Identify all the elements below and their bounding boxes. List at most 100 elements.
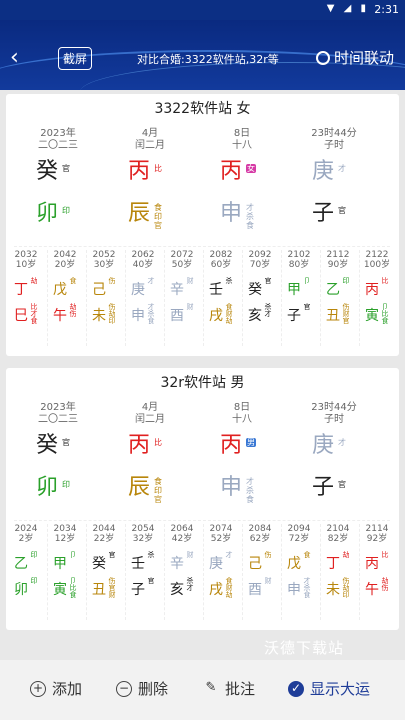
dayun-branch: 申	[287, 582, 301, 598]
screenshot-button[interactable]: 截屏	[58, 47, 93, 70]
dayun-tag: 食	[303, 591, 311, 599]
dayun-column[interactable]: 2102 80岁甲卩子官	[281, 250, 317, 324]
branch-tag: 食	[246, 495, 254, 504]
branch-tag: 才	[246, 477, 254, 486]
pillar: 2023年 二〇二三	[18, 128, 98, 151]
dayun-age: 30岁	[93, 260, 115, 270]
dayun-branch: 卯	[14, 582, 28, 598]
delete-button[interactable]: − 删除	[116, 678, 168, 699]
dayun-stem-cell: 戊食	[281, 550, 317, 573]
dayun-year: 2114	[365, 524, 389, 534]
dayun-column[interactable]: 2082 60岁壬杀戌食财劫	[203, 250, 239, 325]
dayun-stem-cell: 乙印	[8, 550, 44, 573]
dayun-stem: 己	[92, 282, 106, 298]
show-dayun-toggle[interactable]: ✓ 显示大运	[288, 678, 370, 699]
earthly-branch: 辰	[128, 475, 151, 500]
column-separator	[203, 524, 204, 620]
dayun-column[interactable]: 2062 40岁庚才申才杀食	[125, 250, 161, 325]
dayun-age: 90岁	[327, 260, 349, 270]
dayun-branch: 丑	[326, 308, 340, 324]
dayun-stem-cell: 丙比	[359, 276, 395, 299]
branch-tag: 印	[62, 480, 70, 489]
branch-tag: 印	[62, 206, 70, 215]
dayun-column[interactable]: 2084 62岁己伤酉财	[242, 524, 278, 598]
dayun-age: 50岁	[171, 260, 193, 270]
edit-icon: ✎	[205, 679, 217, 695]
dayun-stem-tags: 食	[69, 278, 77, 285]
dayun-column[interactable]: 2074 52岁庚才戌食财劫	[203, 524, 239, 599]
dayun-age: 70岁	[249, 260, 271, 270]
dayun-column[interactable]: 2054 32岁壬杀子官	[125, 524, 161, 598]
dayun-age: 32岁	[132, 534, 154, 544]
pillar: 4月 闰二月	[110, 402, 190, 425]
earthly-branch: 申	[220, 475, 243, 500]
bottom-toolbar: + 添加 − 删除 ✎ 批注 ✓ 显示大运	[0, 660, 405, 720]
add-button[interactable]: + 添加	[30, 678, 82, 699]
annotate-button[interactable]: ✎ 批注	[203, 678, 255, 699]
dayun-age: 20岁	[54, 260, 76, 270]
dayun-column[interactable]: 2032 10岁丁劫巳比才食	[8, 250, 44, 325]
dayun-stem-cell: 辛财	[164, 550, 200, 573]
dayun-year: 2074	[209, 524, 233, 534]
column-separator	[242, 524, 243, 620]
dayun-column[interactable]: 2094 72岁戊食申才杀食	[281, 524, 317, 599]
stem-tag-text: 官	[62, 164, 70, 173]
dayun-branch-tags: 卩比食	[69, 578, 77, 599]
dayun-stem-tags: 印	[342, 278, 350, 285]
dayun-stem-cell: 壬杀	[203, 276, 239, 299]
dayun-tag: 食	[147, 317, 155, 325]
branch-tags: 食印官	[154, 477, 164, 504]
earthly-branch: 申	[220, 201, 243, 226]
chart-card-female: 3322软件站 女 2023年 二〇二三癸官卯印 4月 闰二月丙比辰食印官 8日 十八丙女申…	[6, 94, 399, 356]
dayun-branch: 未	[92, 308, 106, 324]
earthly-branch: 卯	[36, 475, 59, 500]
dayun-column[interactable]: 2052 30岁己伤未伤劫印	[86, 250, 122, 325]
dayun-column[interactable]: 2112 90岁乙印丑伤财官	[320, 250, 356, 325]
dayun-stem: 己	[248, 556, 262, 572]
dayun-year: 2082	[209, 250, 233, 260]
dayun-column[interactable]: 2042 20岁戊食午劫伤	[47, 250, 83, 324]
dayun-tag: 杀	[225, 277, 233, 285]
dayun-column[interactable]: 2092 70岁癸官亥杀才	[242, 250, 278, 324]
pillar-date: 23时44分	[311, 402, 357, 413]
column-separator	[281, 524, 282, 620]
time-link-toggle[interactable]: 时间联动	[316, 47, 394, 68]
add-label: 添加	[52, 680, 83, 698]
back-arrow-icon[interactable]: ‹	[10, 47, 19, 69]
branch-tag: 杀	[246, 212, 254, 221]
pillar-date: 8日	[233, 128, 251, 139]
dayun-column[interactable]: 2044 22岁癸官丑伤官财	[86, 524, 122, 599]
dayun-year: 2112	[326, 250, 350, 260]
dayun-year: 2032	[14, 250, 38, 260]
dayun-column[interactable]: 2064 42岁辛财亥杀才	[164, 524, 200, 598]
dayun-stem-tags: 财	[186, 278, 194, 285]
column-separator	[164, 524, 165, 620]
dayun-column[interactable]: 2104 82岁丁劫未伤劫印	[320, 524, 356, 599]
dayun-column[interactable]: 2024 2岁乙印卯印	[8, 524, 44, 598]
dayun-column[interactable]: 2122 100岁丙比寅卩比食	[359, 250, 395, 325]
dayun-column[interactable]: 2114 92岁丙比午劫伤	[359, 524, 395, 598]
toggle-circle-icon	[316, 50, 330, 65]
dayun-stem-cell: 戊食	[47, 276, 83, 299]
show-dayun-label: 显示大运	[310, 680, 371, 698]
dayun-branch-cell: 子官	[281, 302, 317, 325]
dayun-year: 2104	[326, 524, 350, 534]
dayun-age: 60岁	[210, 260, 232, 270]
dayun-year: 2044	[92, 524, 116, 534]
dayun-branch-cell: 子官	[125, 576, 161, 599]
dayun-tag: 比	[381, 277, 389, 285]
dayun-stem-tags: 劫	[342, 552, 350, 559]
dayun-column[interactable]: 2072 50岁辛财酉财	[164, 250, 200, 324]
dayun-column[interactable]: 2034 12岁甲卩寅卩比食	[47, 524, 83, 599]
dayun-branch: 申	[131, 308, 145, 324]
dayun-tag: 财	[186, 551, 194, 559]
dayun-stem-tags: 卩	[69, 552, 77, 559]
dayun-branch-cell: 丑伤官财	[86, 576, 122, 599]
dayun-tag: 印	[342, 277, 350, 285]
dayun-stem-tags: 比	[381, 552, 389, 559]
annotate-label: 批注	[225, 680, 256, 698]
heavenly-stem: 庚	[312, 433, 335, 458]
dayun-stem-cell: 辛财	[164, 276, 200, 299]
pillar: 23时44分 子时	[294, 402, 374, 425]
delete-label: 删除	[138, 680, 169, 698]
